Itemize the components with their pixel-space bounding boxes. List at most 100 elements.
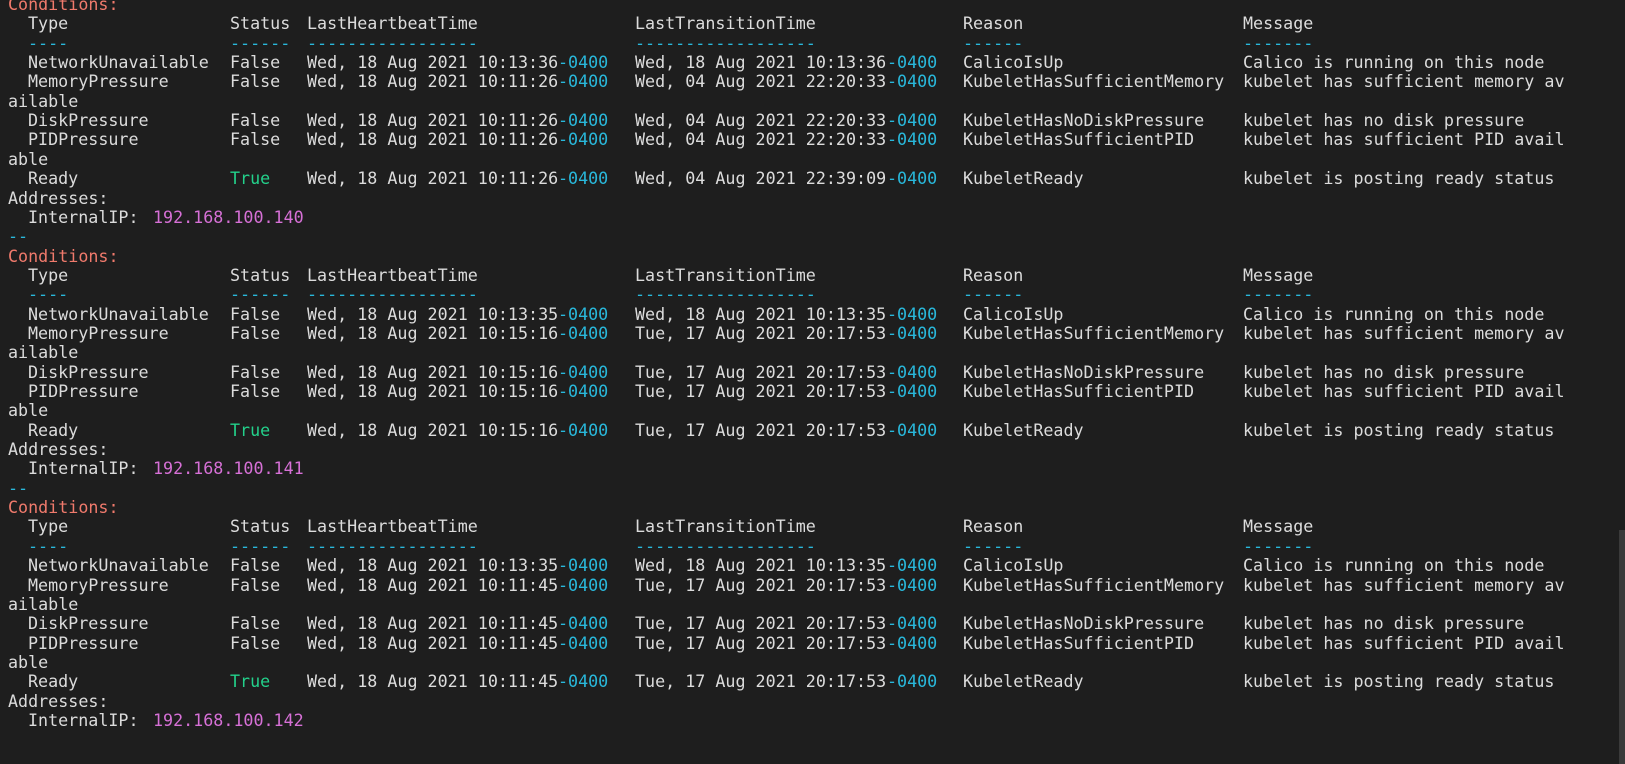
last-transition-time: Wed, 04 Aug 2021 22:20:33	[635, 129, 887, 150]
heartbeat-timezone: -0400	[558, 52, 609, 73]
condition-status: False	[230, 361, 281, 382]
condition-reason: KubeletReady	[963, 671, 1084, 692]
condition-type: Ready	[28, 671, 79, 692]
internal-ip-label: InternalIP:	[28, 709, 139, 730]
conditions-label: Conditions:	[8, 0, 119, 14]
column-header-message: Message	[1243, 264, 1314, 285]
underline-reason: ------	[963, 535, 1024, 556]
internal-ip-value: 192.168.100.141	[153, 458, 304, 479]
condition-reason: KubeletReady	[963, 168, 1084, 189]
addresses-label: Addresses:	[8, 187, 109, 208]
condition-type: MemoryPressure	[28, 322, 169, 343]
condition-status: False	[230, 574, 281, 595]
addresses-label: Addresses:	[8, 439, 109, 460]
internal-ip-value: 192.168.100.142	[153, 709, 304, 730]
last-transition-time: Wed, 04 Aug 2021 22:20:33	[635, 71, 887, 92]
condition-message: kubelet is posting ready status	[1243, 419, 1555, 440]
conditions-label: Conditions:	[8, 245, 119, 266]
condition-message: kubelet has sufficient memory av	[1243, 322, 1565, 343]
transition-timezone: -0400	[887, 110, 938, 131]
condition-message-wrap: ailable	[8, 593, 79, 614]
underline-type: ----	[28, 535, 69, 556]
underline-status: ------	[230, 32, 291, 53]
heartbeat-timezone: -0400	[558, 671, 609, 692]
underline-reason: ------	[963, 32, 1024, 53]
heartbeat-timezone: -0400	[558, 303, 609, 324]
condition-status: False	[230, 129, 281, 150]
column-header-reason: Reason	[963, 264, 1024, 285]
last-transition-time: Tue, 17 Aug 2021 20:17:53	[635, 419, 887, 440]
condition-message: kubelet is posting ready status	[1243, 671, 1555, 692]
terminal-output[interactable]: Conditions: Type Status LastHeartbeatTime La…	[0, 0, 1625, 764]
condition-message: Calico is running on this node	[1243, 303, 1545, 324]
condition-message: kubelet has no disk pressure	[1243, 361, 1525, 382]
last-transition-time: Wed, 04 Aug 2021 22:20:33	[635, 110, 887, 131]
last-heartbeat-time: Wed, 18 Aug 2021 10:11:45	[307, 671, 559, 692]
transition-timezone: -0400	[887, 632, 938, 653]
last-heartbeat-time: Wed, 18 Aug 2021 10:15:16	[307, 381, 559, 401]
condition-message: Calico is running on this node	[1243, 555, 1545, 576]
scrollbar-thumb[interactable]	[1619, 530, 1625, 764]
column-header-last-heartbeat: LastHeartbeatTime	[307, 516, 478, 537]
transition-timezone: -0400	[887, 671, 938, 692]
addresses-label: Addresses:	[8, 690, 109, 711]
underline-status: ------	[230, 284, 291, 305]
column-header-message: Message	[1243, 516, 1314, 537]
underline-message: -------	[1243, 32, 1314, 53]
transition-timezone: -0400	[887, 303, 938, 324]
condition-type: MemoryPressure	[28, 71, 169, 92]
condition-status: False	[230, 632, 281, 653]
condition-type: DiskPressure	[28, 613, 149, 634]
underline-last-heartbeat: -----------------	[307, 535, 478, 556]
last-heartbeat-time: Wed, 18 Aug 2021 10:11:45	[307, 574, 559, 595]
transition-timezone: -0400	[887, 574, 938, 595]
column-header-last-heartbeat: LastHeartbeatTime	[307, 13, 478, 34]
condition-message-wrap: able	[8, 400, 49, 421]
column-header-type: Type	[28, 264, 69, 285]
last-transition-time: Tue, 17 Aug 2021 20:17:53	[635, 322, 887, 343]
underline-last-heartbeat: -----------------	[307, 32, 478, 53]
condition-reason: KubeletHasSufficientPID	[963, 381, 1195, 401]
condition-message: kubelet is posting ready status	[1243, 168, 1555, 189]
condition-reason: CalicoIsUp	[963, 52, 1064, 73]
condition-reason: KubeletHasSufficientPID	[963, 632, 1195, 653]
condition-reason: KubeletHasNoDiskPressure	[963, 613, 1205, 634]
condition-message: kubelet has sufficient memory av	[1243, 574, 1565, 595]
underline-last-transition: ------------------	[635, 535, 816, 556]
condition-type: PIDPressure	[28, 632, 139, 653]
condition-status: False	[230, 322, 281, 343]
condition-status: False	[230, 613, 281, 634]
condition-message: kubelet has sufficient PID avail	[1243, 632, 1565, 653]
condition-message: Calico is running on this node	[1243, 52, 1545, 73]
underline-type: ----	[28, 284, 69, 305]
transition-timezone: -0400	[887, 71, 938, 92]
internal-ip-value: 192.168.100.140	[153, 206, 304, 227]
last-heartbeat-time: Wed, 18 Aug 2021 10:13:36	[307, 52, 559, 73]
heartbeat-timezone: -0400	[558, 613, 609, 634]
condition-status: True	[230, 419, 271, 440]
last-transition-time: Tue, 17 Aug 2021 20:17:53	[635, 574, 887, 595]
underline-last-transition: ------------------	[635, 32, 816, 53]
condition-status: True	[230, 671, 271, 692]
column-header-reason: Reason	[963, 516, 1024, 537]
condition-reason: KubeletReady	[963, 419, 1084, 440]
condition-reason: KubeletHasSufficientMemory	[963, 71, 1225, 92]
last-heartbeat-time: Wed, 18 Aug 2021 10:15:16	[307, 322, 559, 343]
condition-status: False	[230, 52, 281, 73]
last-heartbeat-time: Wed, 18 Aug 2021 10:11:26	[307, 110, 559, 131]
transition-timezone: -0400	[887, 381, 938, 401]
condition-type: NetworkUnavailable	[28, 52, 209, 73]
block-separator: --	[8, 226, 29, 247]
column-header-reason: Reason	[963, 13, 1024, 34]
last-transition-time: Tue, 17 Aug 2021 20:17:53	[635, 632, 887, 653]
heartbeat-timezone: -0400	[558, 110, 609, 131]
condition-type: NetworkUnavailable	[28, 555, 209, 576]
last-heartbeat-time: Wed, 18 Aug 2021 10:13:35	[307, 555, 559, 576]
internal-ip-label: InternalIP:	[28, 458, 139, 479]
underline-status: ------	[230, 535, 291, 556]
condition-message-wrap: able	[8, 148, 49, 169]
heartbeat-timezone: -0400	[558, 632, 609, 653]
heartbeat-timezone: -0400	[558, 574, 609, 595]
column-header-status: Status	[230, 516, 291, 537]
condition-reason: KubeletHasNoDiskPressure	[963, 361, 1205, 382]
